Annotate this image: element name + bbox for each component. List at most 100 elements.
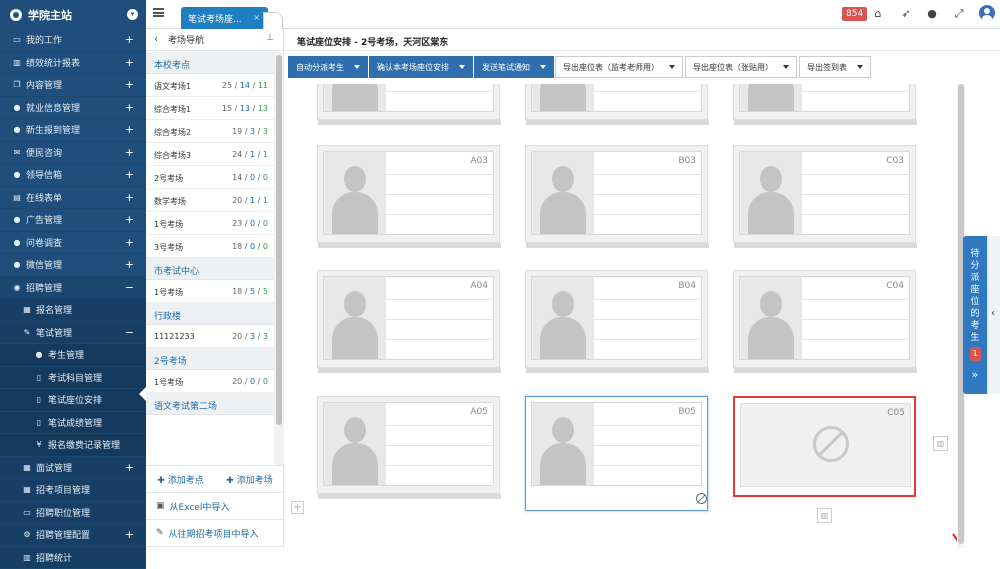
seat-a04[interactable]: A04 — [317, 270, 500, 368]
expand-icon[interactable]: + — [125, 191, 134, 204]
group-header[interactable]: 行政楼 — [146, 303, 274, 325]
sidebar-item-online-form[interactable]: ▤在线表单+ — [0, 187, 146, 210]
sidebar-item-scores[interactable]: ▯笔试成绩管理 — [0, 412, 146, 435]
sidebar-item-candidates[interactable]: ●考生管理 — [0, 344, 146, 367]
sidebar-item-performance[interactable]: ▥绩效统计报表+ — [0, 52, 146, 75]
group-header[interactable]: 市考试中心 — [146, 258, 274, 280]
add-seat-button[interactable]: + — [291, 501, 304, 514]
chevron-left-icon[interactable]: ‹ — [154, 34, 158, 45]
expand-icon[interactable]: + — [125, 528, 134, 541]
sidebar-item-consult[interactable]: ✉便民咨询+ — [0, 142, 146, 165]
sidebar-item-employment[interactable]: ●就业信息管理+ — [0, 97, 146, 120]
fullscreen-icon[interactable]: ⤢ — [952, 7, 966, 21]
export-signin-button[interactable]: 导出签到表 — [799, 56, 871, 78]
sidebar-item-seat-arrangement[interactable]: ▯笔试座位安排 — [0, 389, 146, 412]
seat-c05-disabled[interactable]: C05 — [733, 396, 916, 497]
double-chevron-right-icon[interactable]: » — [963, 369, 987, 381]
sidebar-item-wechat[interactable]: ●微信管理+ — [0, 254, 146, 277]
import-past-button[interactable]: ✎从往期招考项目中导入 — [146, 520, 284, 547]
expand-icon[interactable]: + — [125, 236, 134, 249]
list-item[interactable]: 综合考场219 / 3 / 3 — [146, 120, 274, 143]
expand-icon[interactable]: + — [125, 101, 134, 114]
sidebar-item-interview[interactable]: ▦面试管理+ — [0, 457, 146, 480]
list-item[interactable]: 1112123320 / 3 / 3 — [146, 325, 274, 348]
sidebar-item-my-work[interactable]: ▭我的工作+ — [0, 29, 146, 52]
list-item[interactable]: 综合考场324 / 1 / 1 — [146, 143, 274, 166]
export-post-button[interactable]: 导出座位表（张贴用） — [685, 56, 797, 78]
seat-c04[interactable]: C04 — [733, 270, 916, 368]
expand-icon[interactable]: + — [125, 258, 134, 271]
collapse-icon[interactable]: − — [125, 281, 134, 294]
auto-assign-button[interactable]: 自动分派考生 — [288, 56, 368, 78]
expand-icon[interactable]: + — [125, 146, 134, 159]
caret-down-icon[interactable] — [354, 65, 360, 69]
sidebar-item-survey[interactable]: ●问卷调查+ — [0, 232, 146, 255]
seat-b05[interactable]: B05 — [525, 396, 708, 511]
chat-icon[interactable]: ● — [925, 7, 939, 21]
chevron-down-icon[interactable]: ▾ — [127, 9, 138, 20]
sidebar-item-registration[interactable]: ▦报名管理 — [0, 299, 146, 322]
notification-badge[interactable]: 854 — [842, 7, 867, 21]
expand-icon[interactable]: + — [125, 33, 134, 46]
sidebar-item-mailbox[interactable]: ●领导信箱+ — [0, 164, 146, 187]
expand-icon[interactable]: + — [125, 168, 134, 181]
seat-card[interactable] — [525, 84, 708, 120]
expand-icon[interactable]: + — [125, 123, 134, 136]
send-notice-button[interactable]: 发送笔试通知 — [474, 56, 554, 78]
menu-toggle-icon[interactable] — [153, 8, 164, 17]
sidebar-item-content[interactable]: ❐内容管理+ — [0, 74, 146, 97]
seat-c03[interactable]: C03 — [733, 145, 916, 243]
seat-card[interactable] — [733, 84, 916, 120]
list-item[interactable]: 语文考场125 / 14 / 11 — [146, 74, 274, 97]
seat-b04[interactable]: B04 — [525, 270, 708, 368]
pin-icon[interactable]: ⊥ — [266, 33, 274, 43]
sidebar-item-ads[interactable]: ●广告管理+ — [0, 209, 146, 232]
scrollbar[interactable] — [274, 52, 284, 465]
tab-seat-arrangement[interactable]: 笔试考场座... × — [181, 7, 268, 29]
caret-down-icon[interactable] — [783, 65, 789, 69]
expand-icon[interactable]: + — [125, 213, 134, 226]
seat-b03[interactable]: B03 — [525, 145, 708, 243]
list-item[interactable]: 2号考场14 / 0 / 0 — [146, 166, 274, 189]
trash-icon[interactable]: ▥ — [933, 436, 948, 451]
collapse-panel-button[interactable]: ‹ — [987, 236, 1000, 394]
import-excel-button[interactable]: ▣从Excel中导入 — [146, 493, 284, 520]
rocket-icon[interactable]: ➶ — [899, 7, 913, 21]
disable-seat-icon[interactable] — [696, 493, 707, 504]
sidebar-item-recruitment[interactable]: ◉招聘管理− — [0, 277, 146, 300]
caret-down-icon[interactable] — [459, 65, 465, 69]
caret-down-icon[interactable] — [540, 65, 546, 69]
list-item[interactable]: 1号考场23 / 0 / 0 — [146, 212, 274, 235]
caret-down-icon[interactable] — [669, 65, 675, 69]
collapse-icon[interactable]: − — [125, 326, 134, 339]
trash-icon[interactable]: ▥ — [817, 508, 832, 523]
sidebar-item-positions[interactable]: ▭招聘职位管理 — [0, 502, 146, 525]
pending-candidates-panel[interactable]: 待分派座位的考生 1 » — [963, 236, 987, 394]
sidebar-item-projects[interactable]: ▦招考项目管理 — [0, 479, 146, 502]
home-icon[interactable]: ⌂ — [871, 7, 885, 21]
expand-icon[interactable]: + — [125, 56, 134, 69]
scroll-thumb[interactable] — [276, 55, 282, 425]
close-icon[interactable]: × — [253, 13, 260, 22]
group-header[interactable]: 2号考场 — [146, 348, 274, 370]
group-header[interactable]: 本校考点 — [146, 52, 274, 74]
list-item[interactable]: 数学考场20 / 1 / 1 — [146, 189, 274, 212]
sidebar-item-config[interactable]: ⚙招聘管理配置+ — [0, 524, 146, 547]
list-item[interactable]: 1号考场18 / 5 / 5 — [146, 280, 274, 303]
sidebar-item-freshman[interactable]: ●新生报到管理+ — [0, 119, 146, 142]
sidebar-item-payment[interactable]: ¥报名缴费记录管理 — [0, 434, 146, 457]
sidebar-item-stats[interactable]: ▥招聘统计 — [0, 547, 146, 569]
list-item[interactable]: 综合考场115 / 13 / 13 — [146, 97, 274, 120]
list-item[interactable]: 1号考场20 / 0 / 0 — [146, 370, 274, 393]
seat-card[interactable] — [317, 84, 500, 120]
brand[interactable]: 学院主站 ▾ — [0, 0, 146, 29]
seat-a05[interactable]: A05 — [317, 396, 500, 494]
seat-a03[interactable]: A03 — [317, 145, 500, 243]
add-site-button[interactable]: ✚ 添加考点 — [146, 473, 215, 486]
sidebar-item-subjects[interactable]: ▯考试科目管理 — [0, 367, 146, 390]
add-room-button[interactable]: ✚ 添加考场 — [215, 473, 284, 486]
expand-icon[interactable]: + — [125, 78, 134, 91]
group-header[interactable]: 语文考试第二场 — [146, 393, 274, 415]
confirm-seating-button[interactable]: 确认本考场座位安排 — [369, 56, 473, 78]
expand-icon[interactable]: + — [125, 461, 134, 474]
